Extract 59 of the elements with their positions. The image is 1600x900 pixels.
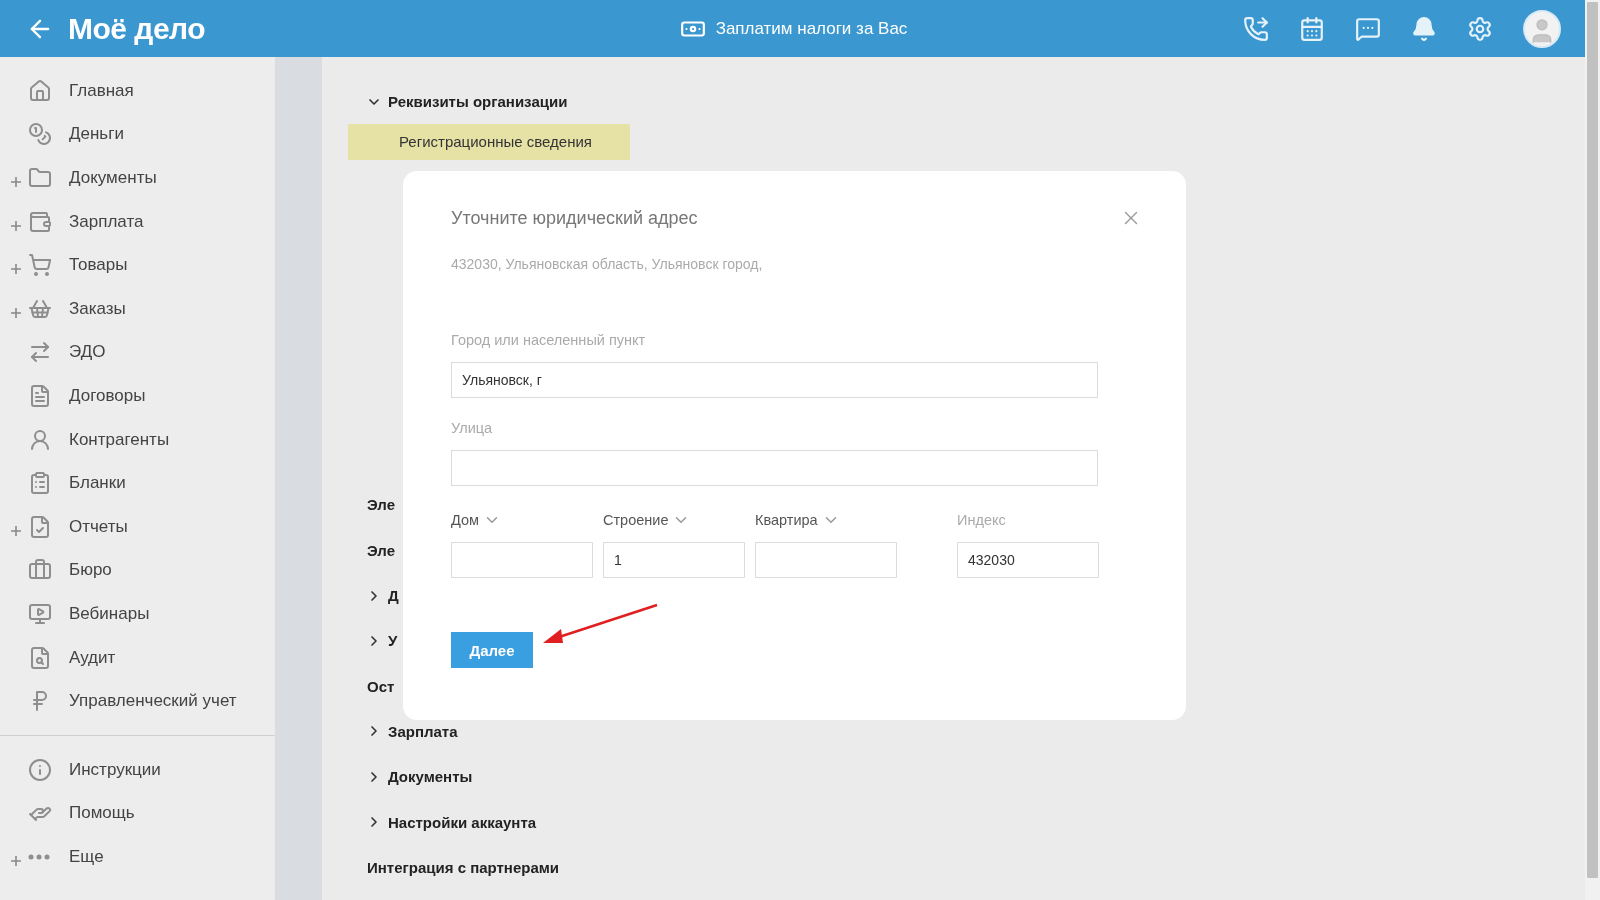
wallet-icon — [28, 209, 52, 234]
section-heading: Эле — [367, 541, 395, 559]
dialog-title: Уточните юридический адрес — [451, 207, 698, 229]
scrollbar[interactable] — [1585, 0, 1600, 900]
person-icon — [28, 427, 52, 452]
sidebar-item[interactable]: Бланки — [0, 461, 275, 505]
calendar-icon[interactable] — [1299, 15, 1325, 42]
dropdown-label[interactable]: Квартира — [755, 510, 897, 530]
cart-icon — [28, 253, 52, 278]
bell-icon[interactable] — [1411, 15, 1437, 42]
input-field[interactable] — [755, 542, 897, 578]
sidebar-item[interactable]: Помощь — [0, 791, 275, 836]
input-field[interactable]: Ульяновск, г — [451, 362, 1098, 398]
sidebar-item[interactable]: Товары — [0, 243, 275, 287]
field-label: Город или населенный пункт — [451, 331, 647, 350]
phone-icon[interactable] — [1243, 15, 1269, 42]
coins-icon — [28, 122, 52, 147]
more-icon — [28, 853, 50, 860]
settings-icon[interactable] — [1467, 15, 1493, 42]
house-icon — [28, 78, 52, 103]
list-icon — [28, 471, 52, 496]
sidebar-item[interactable]: ЭДО — [0, 330, 275, 375]
address-text: 432030, Ульяновская область, Ульяновск город, — [451, 256, 764, 272]
input-field[interactable]: 432030 — [957, 542, 1099, 578]
section-title[interactable]: Настройки аккаунта — [388, 813, 537, 831]
folder-icon — [28, 166, 52, 190]
report-icon — [28, 514, 52, 539]
input-field[interactable] — [451, 542, 593, 578]
dropdown-label[interactable]: Дом — [451, 510, 593, 530]
sidebar-item[interactable]: Вебинары — [0, 592, 275, 636]
sidebar-item[interactable]: Деньги — [0, 112, 275, 157]
section-heading: Эле — [367, 496, 395, 514]
input-field[interactable]: 1 — [603, 542, 745, 578]
sidebar-item[interactable]: Аудит — [0, 635, 275, 680]
sidebar-item[interactable]: Контрагенты — [0, 417, 275, 462]
section-heading: Ост — [367, 677, 395, 695]
document-icon — [28, 383, 52, 408]
dropdown-label[interactable]: Строение — [603, 510, 745, 530]
input-field[interactable] — [451, 450, 1098, 486]
sidebar-item[interactable]: Бюро — [0, 548, 275, 593]
sidebar-item[interactable]: Договоры — [0, 374, 275, 418]
section-heading: Интеграция с партнерами — [367, 858, 560, 876]
subsection-link[interactable]: Регистрационные сведения — [348, 124, 630, 161]
field-label: Индекс — [957, 511, 1007, 530]
sidebar-item[interactable]: Инструкции — [0, 747, 275, 792]
section-title[interactable]: Реквизиты организации — [388, 93, 568, 111]
sidebar-item[interactable]: Управленческий учет — [0, 679, 275, 723]
info-icon — [28, 757, 52, 782]
field-label: Улица — [451, 419, 494, 438]
video-icon — [28, 601, 52, 626]
chat-icon[interactable] — [1355, 15, 1381, 42]
avatar[interactable] — [1523, 9, 1561, 48]
section-title[interactable]: Документы — [388, 768, 473, 786]
section-title[interactable]: У — [388, 632, 398, 650]
section-title[interactable]: Зарплата — [388, 722, 458, 740]
section-title[interactable]: Д — [388, 587, 399, 605]
file-search-icon — [28, 645, 52, 670]
exchange-icon — [28, 340, 52, 365]
sidebar-item[interactable]: Главная — [0, 69, 275, 113]
